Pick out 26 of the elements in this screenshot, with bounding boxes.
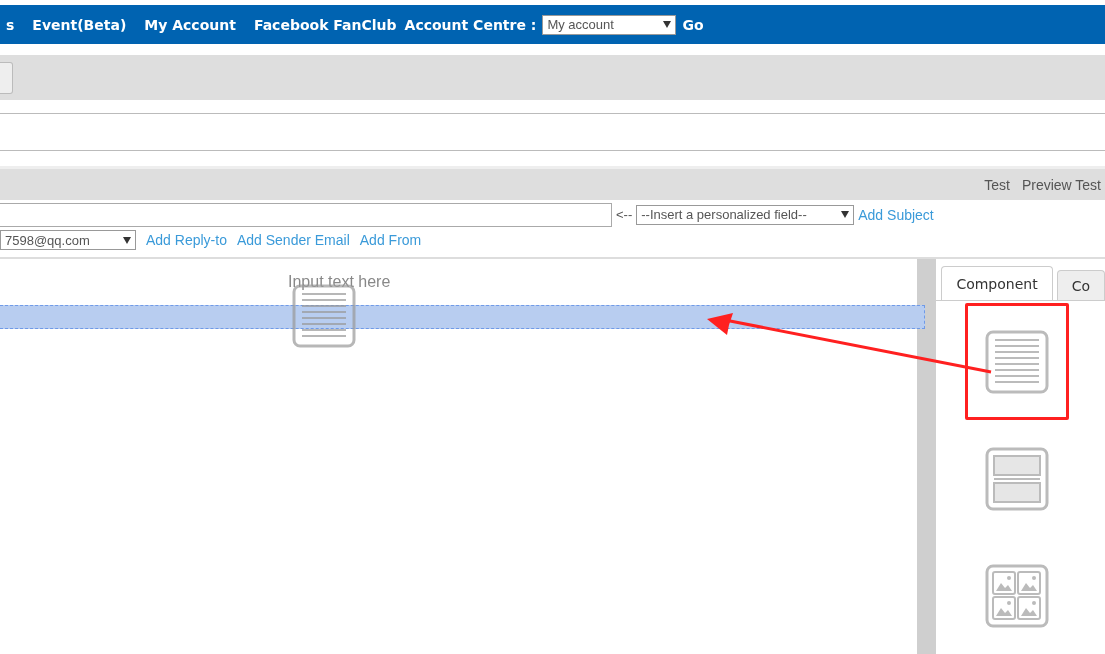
nav-link[interactable]: s — [6, 16, 15, 33]
account-select[interactable]: My account — [542, 14, 677, 35]
panel-tab[interactable]: Co — [1056, 270, 1105, 300]
caret-icon — [663, 21, 672, 29]
sender-link[interactable]: Add Sender Email — [236, 232, 350, 249]
toolbar-link[interactable]: Test — [984, 176, 1010, 193]
sender-link[interactable]: Add From — [359, 232, 422, 249]
account-centre-label: Account Centre : — [404, 16, 537, 33]
text-block-icon[interactable] — [984, 329, 1049, 394]
add-subject-link[interactable]: Add Subject — [858, 206, 934, 223]
nav-link[interactable]: Event(Beta) — [32, 16, 127, 33]
panel-tab[interactable]: Component — [941, 266, 1053, 300]
toolbar-button[interactable] — [0, 61, 13, 94]
arrow-text: <-- — [616, 207, 633, 223]
caret-icon — [841, 211, 850, 219]
personalized-field-select[interactable]: --Insert a personalized field-- — [636, 204, 855, 225]
sender-select[interactable]: 7598@qq.com — [0, 230, 136, 251]
two-boxes-icon[interactable] — [984, 446, 1049, 511]
sender-link[interactable]: Add Reply-to — [146, 232, 227, 249]
go-link[interactable]: Go — [682, 16, 704, 33]
toolbar-link[interactable]: Preview Test — [1021, 176, 1101, 193]
nav-link[interactable]: My Account — [144, 16, 236, 33]
image-grid-icon[interactable] — [984, 563, 1049, 628]
subject-input-field[interactable] — [0, 202, 612, 227]
nav-link[interactable]: Facebook FanClub — [253, 16, 397, 33]
caret-icon — [123, 236, 131, 244]
